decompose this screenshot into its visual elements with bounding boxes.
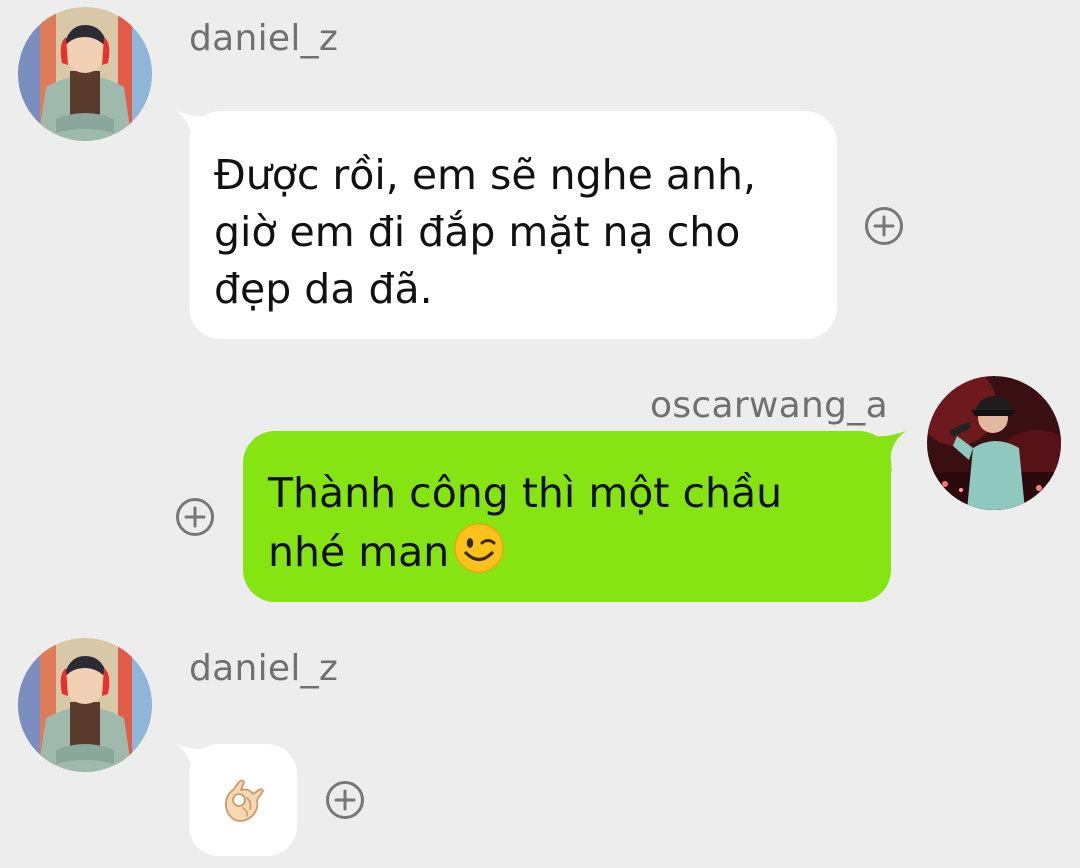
message-text: Thành công thì một chầu nhé man bbox=[268, 469, 783, 576]
sender-name: daniel_z bbox=[189, 648, 339, 689]
avatar-oscarwang-a-image bbox=[927, 376, 1061, 510]
avatar-daniel-z[interactable] bbox=[18, 7, 152, 141]
plus-circle-icon[interactable] bbox=[175, 497, 215, 537]
plus-circle-icon[interactable] bbox=[864, 206, 904, 246]
plus-circle-icon[interactable] bbox=[325, 780, 365, 820]
message-bubble-incoming[interactable] bbox=[189, 744, 297, 856]
message-bubble-outgoing[interactable]: Thành công thì một chầu nhé man bbox=[243, 431, 891, 602]
sender-name: oscarwang_a bbox=[650, 385, 888, 426]
winking-face-emoji bbox=[453, 522, 505, 574]
sender-name: daniel_z bbox=[189, 18, 339, 59]
avatar-daniel-z-image bbox=[18, 7, 152, 141]
message-bubble-incoming[interactable]: Được rồi, em sẽ nghe anh, giờ em đi đắp … bbox=[189, 111, 837, 339]
message-text: Được rồi, em sẽ nghe anh, giờ em đi đắp … bbox=[214, 151, 757, 313]
avatar-daniel-z-image bbox=[18, 638, 152, 772]
avatar-daniel-z[interactable] bbox=[18, 638, 152, 772]
ok-hand-emoji bbox=[219, 776, 267, 824]
avatar-oscarwang-a[interactable] bbox=[927, 376, 1061, 510]
